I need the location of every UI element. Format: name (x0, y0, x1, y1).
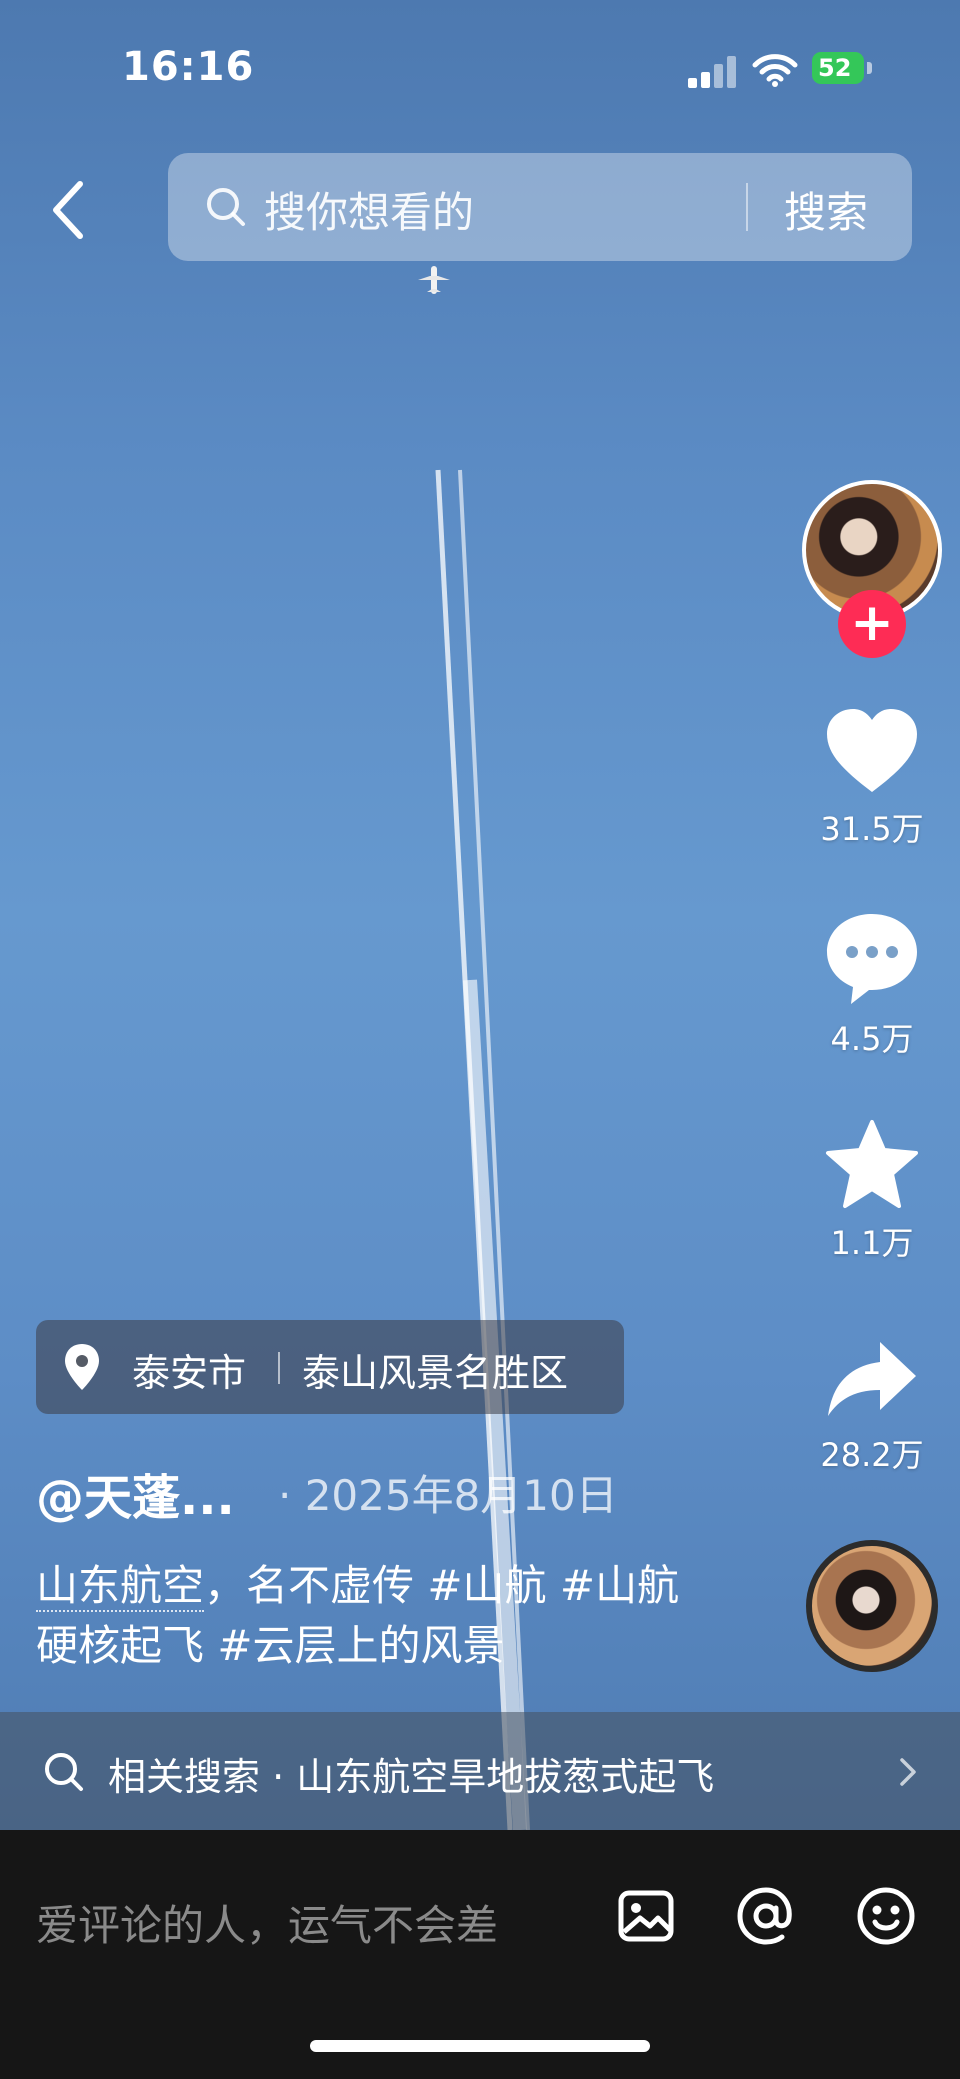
creator-username[interactable]: @天蓬... (36, 1458, 235, 1528)
comment-bubble-icon (827, 914, 917, 1004)
post-date: · 2025年8月10日 (278, 1471, 618, 1520)
like-count: 31.5万 (820, 810, 924, 848)
post-caption: 山东航空，名不虚传 #山航 #山航硬核起飞 #云层上的风景 (36, 1556, 696, 1676)
image-icon[interactable] (616, 1886, 676, 1946)
chevron-right-icon (900, 1758, 916, 1786)
home-indicator[interactable] (310, 2040, 650, 2052)
chevron-left-icon (53, 181, 83, 239)
share-arrow-icon (828, 1342, 916, 1416)
search-button[interactable]: 搜索 (784, 179, 868, 240)
caption-link[interactable]: 山东航空 (36, 1561, 205, 1612)
share-button[interactable]: 28.2万 (810, 1338, 934, 1476)
comment-input[interactable]: 爱评论的人，运气不会差 (36, 1892, 498, 1953)
location-separator (278, 1352, 280, 1384)
search-divider (746, 183, 748, 231)
location-pin-icon (65, 1344, 99, 1390)
comment-bar: 爱评论的人，运气不会差 (0, 1830, 960, 2079)
search-input[interactable]: 搜你想看的 (264, 179, 474, 240)
wifi-icon (752, 54, 798, 87)
like-button[interactable]: 31.5万 (810, 706, 934, 850)
status-bar: 16:16 52 (0, 0, 960, 140)
back-button[interactable] (40, 170, 100, 250)
share-count: 28.2万 (820, 1436, 924, 1474)
airplane-graphic (418, 266, 450, 294)
location-city: 泰安市 (132, 1351, 247, 1395)
follow-button[interactable]: + (838, 590, 906, 658)
search-icon (207, 188, 245, 226)
music-disc[interactable] (806, 1540, 938, 1672)
cellular-signal-icon (688, 54, 738, 88)
related-search-text: 相关搜索 · 山东航空旱地拔葱式起飞 (108, 1755, 715, 1799)
battery-icon: 52 (812, 52, 872, 86)
star-icon (826, 1120, 918, 1208)
related-search-bar[interactable]: 相关搜索 · 山东航空旱地拔葱式起飞 (0, 1712, 960, 1830)
search-icon (45, 1753, 83, 1791)
status-time: 16:16 (122, 44, 255, 90)
heart-icon (827, 709, 917, 792)
emoji-icon[interactable] (856, 1886, 916, 1946)
at-icon[interactable] (736, 1886, 796, 1946)
comment-button[interactable]: 4.5万 (810, 910, 934, 1060)
comment-count: 4.5万 (830, 1020, 914, 1058)
location-tag[interactable]: 泰安市 泰山风景名胜区 (36, 1320, 624, 1414)
location-area: 泰山风景名胜区 (302, 1351, 569, 1395)
search-bar[interactable]: 搜你想看的 搜索 (168, 153, 912, 261)
favorite-count: 1.1万 (830, 1224, 914, 1262)
battery-level: 52 (812, 52, 864, 84)
favorite-button[interactable]: 1.1万 (810, 1118, 934, 1264)
